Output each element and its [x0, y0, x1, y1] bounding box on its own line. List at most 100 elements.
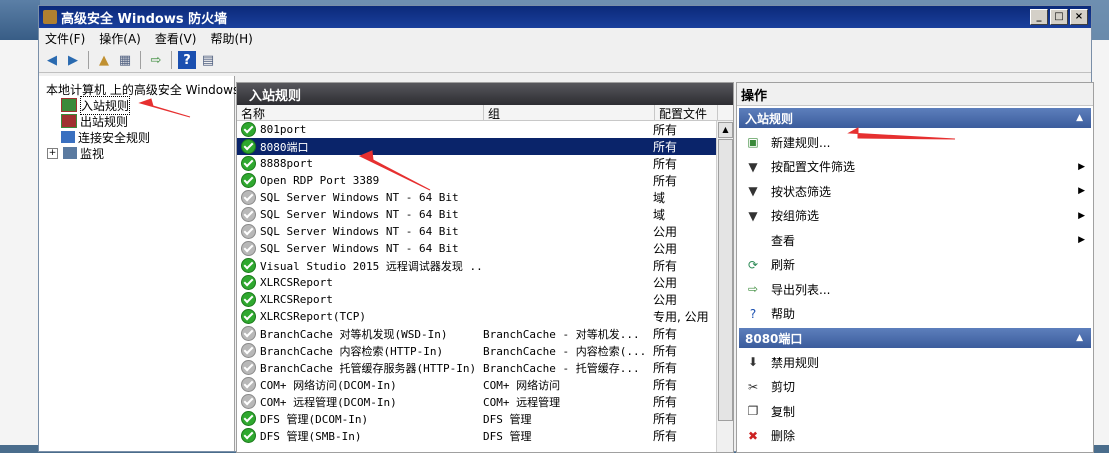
submenu-arrow-icon: ▶ [1078, 161, 1085, 172]
rule-name: SQL Server Windows NT - 64 Bit [260, 191, 459, 204]
tree-root[interactable]: 本地计算机 上的高级安全 Windows [39, 81, 239, 97]
enabled-check-icon [241, 292, 256, 307]
minimize-button[interactable]: _ [1030, 9, 1048, 25]
rule-name: Visual Studio 2015 远程调试器发现 ... [260, 259, 483, 273]
menu-action[interactable]: 操作(A) [99, 30, 141, 47]
enabled-check-icon [241, 309, 256, 324]
rule-row[interactable]: COM+ 远程管理(DCOM-In) COM+ 远程管理 所有 [237, 393, 733, 410]
rule-row[interactable]: 8080端口 所有 [237, 138, 733, 155]
rule-row[interactable]: 801port 所有 [237, 121, 733, 138]
close-button[interactable]: × [1070, 9, 1088, 25]
rule-row[interactable]: Visual Studio 2015 远程调试器发现 ... 所有 [237, 257, 733, 274]
menu-view[interactable]: 查看(V) [155, 30, 197, 47]
menu-file[interactable]: 文件(F) [45, 30, 85, 47]
filter-icon: ▼ [748, 184, 758, 199]
action-item[interactable]: ⬇ 禁用规则 [737, 350, 1093, 375]
export-icon: ⇨ [747, 282, 759, 297]
enabled-check-icon [241, 275, 256, 290]
rule-row[interactable]: XLRCSReport(TCP) 专用, 公用 [237, 308, 733, 325]
maximize-button[interactable]: □ [1050, 9, 1068, 25]
collapse-caret-icon[interactable]: ▲ [1076, 113, 1083, 123]
rule-profile: 所有 [653, 123, 678, 137]
rule-group: DFS 管理 [483, 429, 532, 443]
vertical-scrollbar[interactable]: ▲ [716, 121, 733, 452]
action-item[interactable]: 查看 ▶ [737, 228, 1093, 253]
rule-row[interactable]: DFS 管理(SMB-In) DFS 管理 所有 [237, 427, 733, 444]
action-item[interactable]: ▼ 按组筛选 ▶ [737, 204, 1093, 229]
rule-row[interactable]: DFS 管理(DCOM-In) DFS 管理 所有 [237, 410, 733, 427]
rule-row[interactable]: XLRCSReport 公用 [237, 274, 733, 291]
rule-row[interactable]: SQL Server Windows NT - 64 Bit 域 [237, 189, 733, 206]
tree-item-label: 出站规则 [80, 114, 129, 129]
tree-item-connection-security-rules[interactable]: 连接安全规则 [39, 129, 234, 145]
rule-group: COM+ 网络访问 [483, 378, 561, 392]
scroll-up-icon[interactable]: ▲ [718, 122, 733, 138]
rule-profile: 域 [653, 208, 666, 222]
disabled-check-icon [241, 343, 256, 358]
actions-title: 操作 [737, 83, 1093, 106]
action-label: 删除 [771, 429, 796, 444]
show-action-pane-icon[interactable]: ▤ [199, 51, 217, 69]
rule-profile: 公用 [653, 242, 678, 256]
export-list-icon[interactable]: ⇨ [147, 51, 165, 69]
show-hide-tree-icon[interactable]: ▦ [116, 51, 134, 69]
rule-name: Open RDP Port 3389 [260, 174, 380, 187]
help-icon[interactable]: ? [178, 51, 196, 69]
rule-row[interactable]: SQL Server Windows NT - 64 Bit 域 [237, 206, 733, 223]
column-group[interactable]: 组 [484, 105, 655, 121]
rule-profile: 专用, 公用 [653, 310, 709, 324]
filter-icon: ▼ [748, 159, 758, 174]
rule-row[interactable]: XLRCSReport 公用 [237, 291, 733, 308]
title-bar[interactable]: 高级安全 Windows 防火墙 _ □ × [39, 6, 1091, 28]
tree-item-inbound-rules[interactable]: 入站规则 [39, 95, 234, 115]
action-item[interactable]: ⟳ 刷新 [737, 253, 1093, 278]
rule-profile: 所有 [653, 361, 678, 375]
action-label: 复制 [771, 404, 796, 419]
rule-name: 8888port [260, 157, 313, 170]
rule-row[interactable]: BranchCache 内容检索(HTTP-In) BranchCache - 内… [237, 342, 733, 359]
disable-icon: ⬇ [747, 355, 759, 370]
action-item[interactable]: ❐ 复制 [737, 399, 1093, 424]
rule-profile: 域 [653, 191, 666, 205]
new-rule-icon: ▣ [747, 135, 759, 150]
tree-item-monitoring[interactable]: + 监视 [39, 145, 234, 161]
column-profile[interactable]: 配置文件 [655, 105, 718, 121]
action-item[interactable]: ⇨ 导出列表... [737, 277, 1093, 302]
rule-row[interactable]: COM+ 网络访问(DCOM-In) COM+ 网络访问 所有 [237, 376, 733, 393]
action-item[interactable]: ✂ 剪切 [737, 375, 1093, 400]
action-item[interactable]: ? 帮助 [737, 302, 1093, 327]
action-item[interactable]: ▣ 新建规则... [737, 130, 1093, 155]
rule-row[interactable]: SQL Server Windows NT - 64 Bit 公用 [237, 240, 733, 257]
background-window-header [0, 0, 40, 40]
column-header: 名称 组 配置文件 [237, 105, 733, 121]
section-inbound-rules[interactable]: 入站规则 ▲ [739, 108, 1091, 128]
rule-row[interactable]: 8888port 所有 [237, 155, 733, 172]
enabled-check-icon [241, 156, 256, 171]
up-folder-icon[interactable]: ▲ [95, 51, 113, 69]
back-arrow-icon[interactable]: ◀ [43, 51, 61, 69]
rule-row[interactable]: BranchCache 对等机发现(WSD-In) BranchCache - 对… [237, 325, 733, 342]
rule-row[interactable]: Open RDP Port 3389 所有 [237, 172, 733, 189]
action-item[interactable]: ▼ 按状态筛选 ▶ [737, 179, 1093, 204]
disabled-check-icon [241, 394, 256, 409]
tree-item-outbound-rules[interactable]: 出站规则 [39, 113, 234, 129]
collapse-caret-icon[interactable]: ▲ [1076, 333, 1083, 343]
rule-name: 8080端口 [260, 140, 309, 154]
forward-arrow-icon[interactable]: ▶ [64, 51, 82, 69]
rule-profile: 公用 [653, 225, 678, 239]
action-label: 剪切 [771, 380, 796, 395]
rule-row[interactable]: BranchCache 托管缓存服务器(HTTP-In) BranchCache … [237, 359, 733, 376]
section-selected-rule[interactable]: 8080端口 ▲ [739, 328, 1091, 348]
enabled-check-icon [241, 139, 256, 154]
action-item[interactable]: ▼ 按配置文件筛选 ▶ [737, 155, 1093, 180]
expand-plus-icon[interactable]: + [47, 147, 58, 159]
menu-help[interactable]: 帮助(H) [210, 30, 252, 47]
column-name[interactable]: 名称 [237, 105, 484, 121]
rule-row[interactable]: SQL Server Windows NT - 64 Bit 公用 [237, 223, 733, 240]
scroll-thumb[interactable] [718, 139, 733, 421]
rule-profile: 公用 [653, 293, 678, 307]
rules-pane-title: 入站规则 [237, 83, 733, 105]
action-item[interactable]: ✖ 删除 [737, 424, 1093, 449]
section-label: 8080端口 [745, 331, 803, 346]
rule-group: BranchCache - 托管缓存... [483, 361, 640, 375]
